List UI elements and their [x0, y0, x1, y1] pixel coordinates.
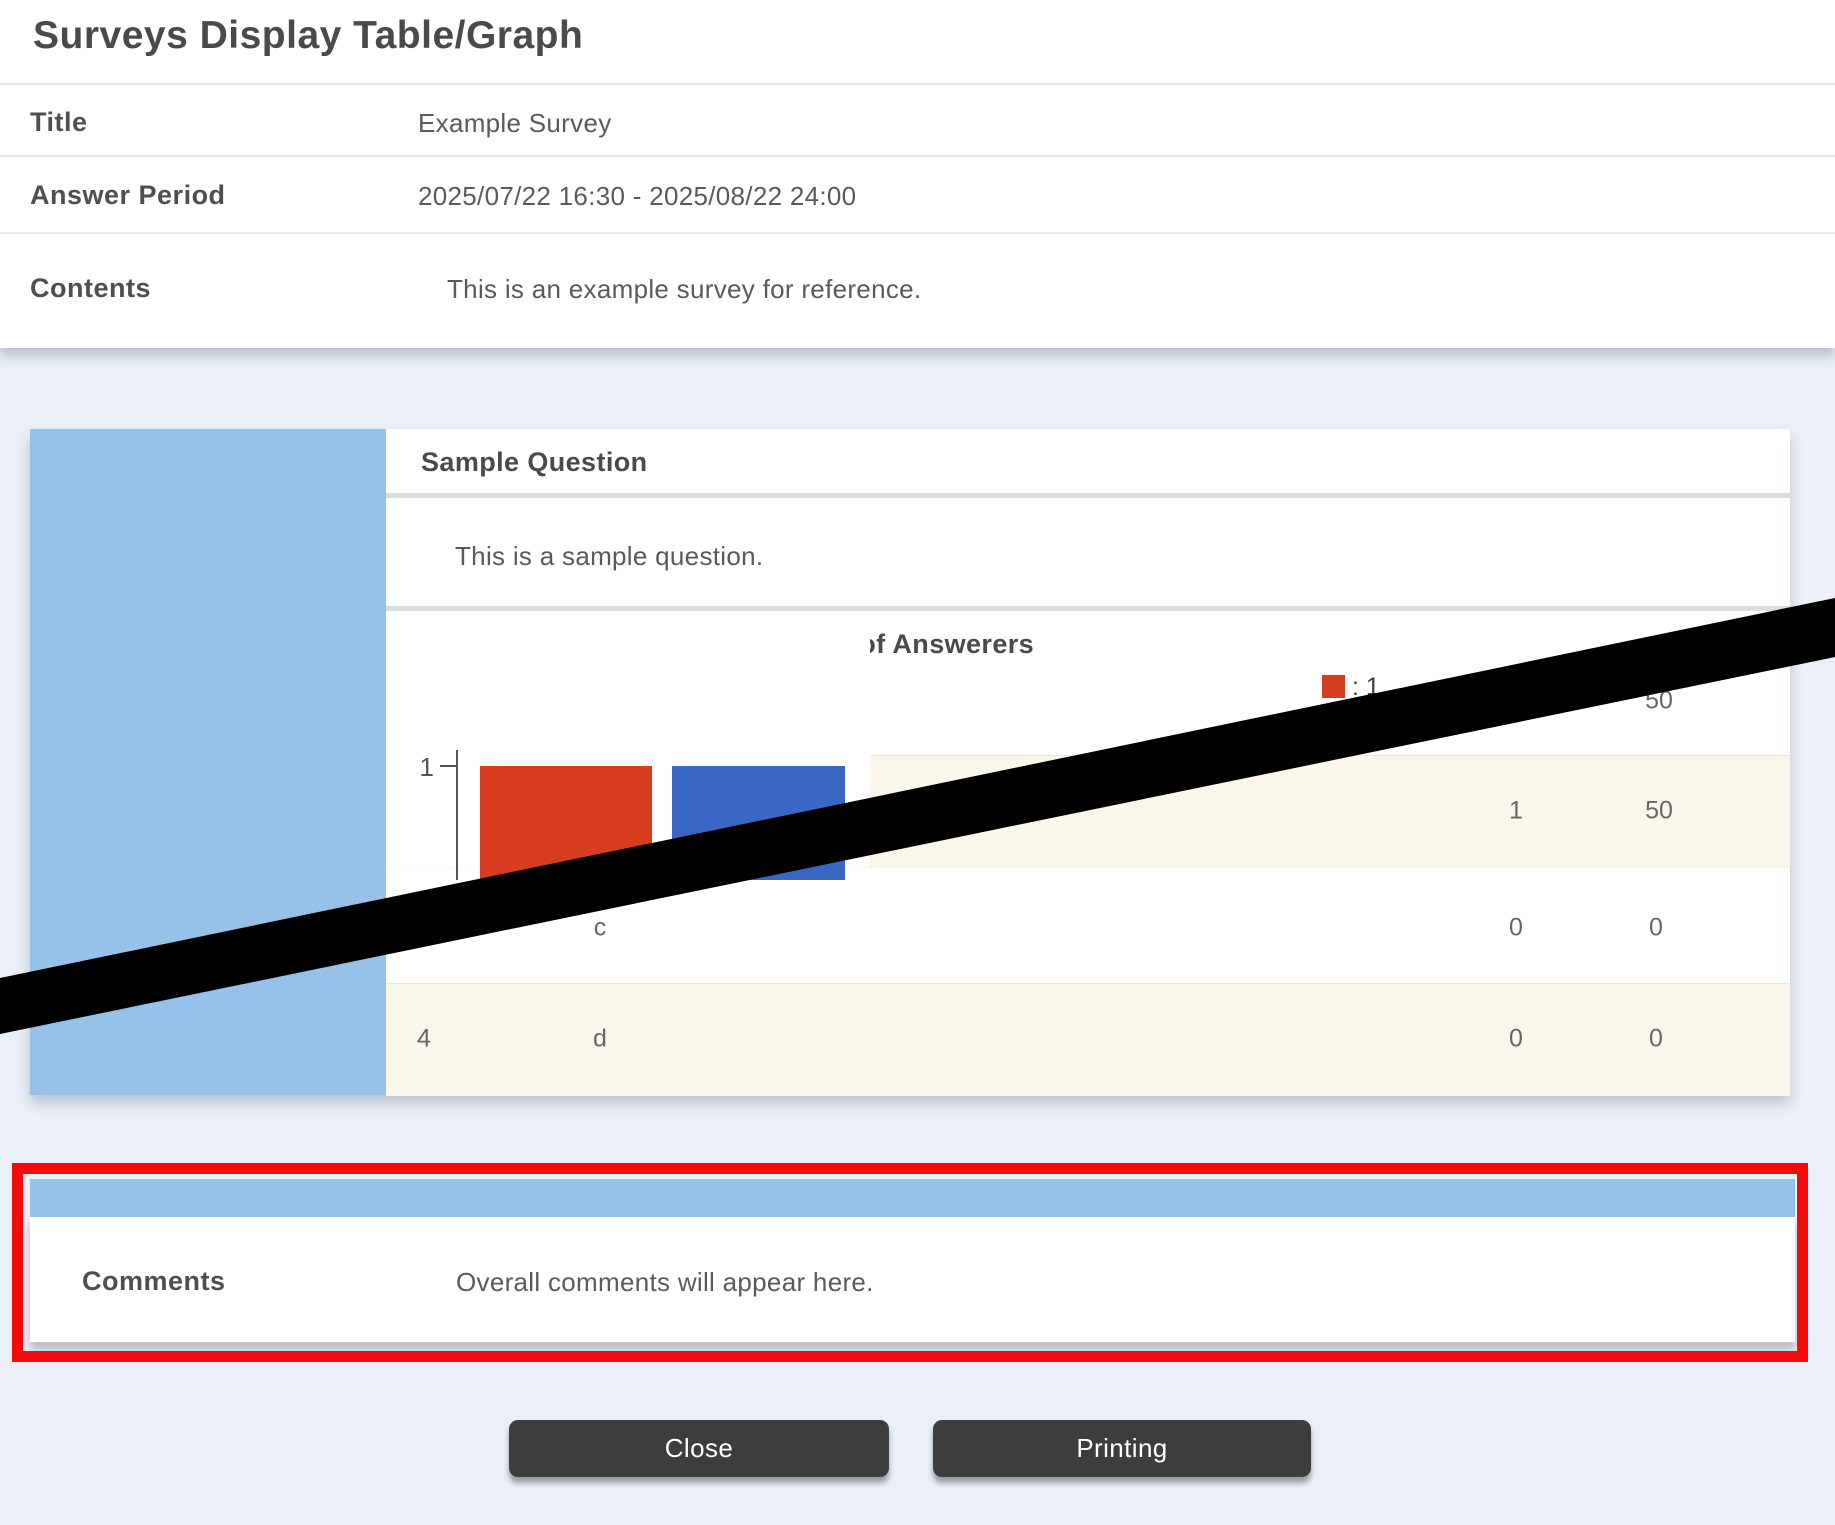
comments-header-strip	[30, 1179, 1795, 1217]
title-label: Title	[30, 107, 88, 138]
legend-swatch-icon	[1322, 675, 1345, 698]
surveys-display-page: Surveys Display Table/Graph Title Exampl…	[0, 0, 1835, 1525]
close-button[interactable]: Close	[509, 1420, 889, 1477]
table-cell-choice: c	[594, 914, 607, 943]
divider	[386, 606, 1790, 611]
comments-label: Comments	[82, 1266, 226, 1297]
table-cell-percent: 0	[1649, 914, 1663, 943]
page-title: Surveys Display Table/Graph	[33, 14, 583, 58]
table-cell-percent: 0	[1649, 1025, 1663, 1054]
contents-label: Contents	[30, 273, 151, 304]
y-axis-tick	[440, 765, 456, 767]
table-cell-answers: 0	[1509, 914, 1523, 943]
question-title: Sample Question	[421, 447, 648, 478]
divider	[386, 493, 1790, 498]
divider	[0, 83, 1835, 85]
table-cell-choice: d	[593, 1025, 607, 1054]
divider	[0, 232, 1835, 234]
y-axis-line	[456, 750, 458, 880]
answer-period-value: 2025/07/22 16:30 - 2025/08/22 24:00	[418, 181, 856, 212]
y-axis-tick-label: 1	[406, 752, 434, 783]
table-cell-percent: 50	[1645, 687, 1673, 716]
table-cell-number: 4	[417, 1025, 431, 1054]
comments-section	[30, 1217, 1795, 1342]
title-value: Example Survey	[418, 108, 612, 139]
question-body: This is a sample question.	[455, 541, 763, 572]
legend-label: : 1	[1352, 673, 1380, 702]
table-cell-percent: 50	[1645, 797, 1673, 826]
answer-period-label: Answer Period	[30, 180, 226, 211]
bar-red	[480, 766, 652, 880]
bar-blue	[672, 766, 845, 880]
contents-value: This is an example survey for reference.	[447, 274, 921, 305]
table-cell-answers: 0	[1509, 1025, 1523, 1054]
divider	[0, 155, 1835, 157]
comments-value: Overall comments will appear here.	[456, 1267, 874, 1298]
printing-button[interactable]: Printing	[933, 1420, 1311, 1477]
question-sidebar	[30, 429, 386, 1095]
table-cell-answers: 1	[1509, 797, 1523, 826]
